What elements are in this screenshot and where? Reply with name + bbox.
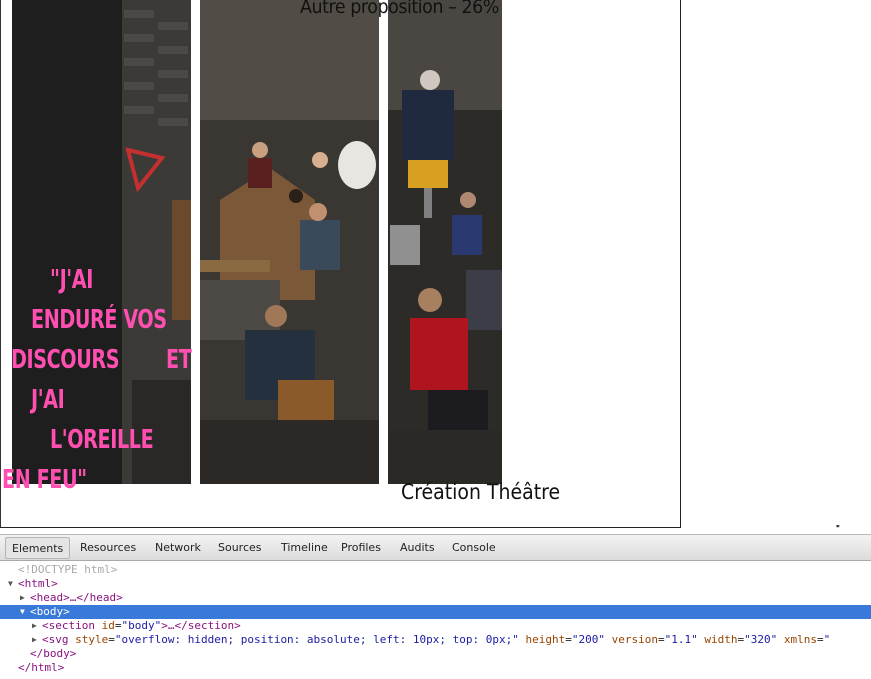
expand-down-icon[interactable]: ▼ [8,577,13,591]
tab-resources[interactable]: Resources [80,541,136,554]
svg-attr-width-name: width [704,633,738,646]
svg-open: <svg [42,633,76,646]
tab-sources[interactable]: Sources [218,541,262,554]
quote-line-2: ENDURÉ VOS [31,305,167,335]
photo-panel-right [388,0,502,484]
body-close-tag: </body> [30,647,77,660]
body-open-tag: <body> [30,605,70,618]
svg-attr-style-name: style [75,633,109,646]
photo-middle-illustration [200,0,379,484]
quote-line-5: J'AI [31,385,65,415]
svg-attr-version-name: version [611,633,658,646]
tree-line-html-close[interactable]: </html> [0,661,871,675]
svg-attr-height-name: height [525,633,566,646]
html-open-tag: <html> [18,577,58,590]
section-attr-name: id [101,619,115,632]
tab-console[interactable]: Console [452,541,496,554]
devtools-panel: Elements Resources Network Sources Timel… [0,534,871,679]
section-tag: <section id="body">…</section> [42,619,241,632]
expand-down-icon[interactable]: ▼ [20,605,25,619]
quote-line-6: L'OREILLE [50,425,154,455]
doctype-text: <!DOCTYPE html> [18,563,118,576]
svg-attr-xmlns-name: xmlns [783,633,817,646]
svg-attr-xmlns-value: " [823,633,831,646]
section-attr-value: "body" [121,619,162,632]
tree-line-svg[interactable]: ▶ <svg style="overflow: hidden; position… [0,633,871,647]
quote-line-1: "J'AI [50,265,93,295]
quote-line-3: DISCOURS [11,345,120,375]
tree-line-body-selected[interactable]: ▼ <body> [0,605,871,619]
tab-audits[interactable]: Audits [400,541,435,554]
section-open: <section [42,619,102,632]
section-close: >…</section> [161,619,241,632]
devtools-toolbar: Elements Resources Network Sources Timel… [0,535,871,561]
caption-text: Création Théâtre [401,480,561,504]
page-divider-line [680,0,681,528]
tree-line-section[interactable]: ▶ <section id="body">…</section> [0,619,871,633]
page-bottom-border [0,527,681,528]
expand-right-icon[interactable]: ▶ [32,619,37,633]
ellipsis-marker: ''' [836,524,840,534]
quote-line-7: EN FEU" [2,465,87,495]
tab-profiles[interactable]: Profiles [341,541,381,554]
svg-attr-height-value: "200" [571,633,605,646]
svg-attr-style-value: "overflow: hidden; position: absolute; l… [114,633,519,646]
html-close-tag: </html> [18,661,65,674]
svg-tag: <svg style="overflow: hidden; position: … [42,633,831,646]
photo-right-illustration [388,0,502,484]
tree-line-head[interactable]: ▶ <head>…</head> [0,591,871,605]
tab-elements[interactable]: Elements [5,537,71,559]
dom-tree: <!DOCTYPE html> ▼ <html> ▶ <head>…</head… [0,561,871,675]
tree-line-doctype[interactable]: <!DOCTYPE html> [0,563,871,577]
tab-network[interactable]: Network [155,541,201,554]
tab-timeline[interactable]: Timeline [281,541,328,554]
rendered-page: Autre proposition – 26% "J'AI ENDURÉ VOS… [0,0,871,534]
svg-attr-width-value: "320" [744,633,778,646]
head-tag: <head>…</head> [30,591,123,604]
svg-attr-version-value: "1.1" [664,633,698,646]
photo-panel-middle [200,0,379,484]
top-title-text: Autre proposition – 26% [300,0,499,18]
expand-right-icon[interactable]: ▶ [20,591,25,605]
tree-line-html[interactable]: ▼ <html> [0,577,871,591]
quote-line-4: ET [166,345,192,375]
tree-line-body-close[interactable]: </body> [0,647,871,661]
expand-right-icon[interactable]: ▶ [32,633,37,647]
page-left-border [0,0,1,528]
